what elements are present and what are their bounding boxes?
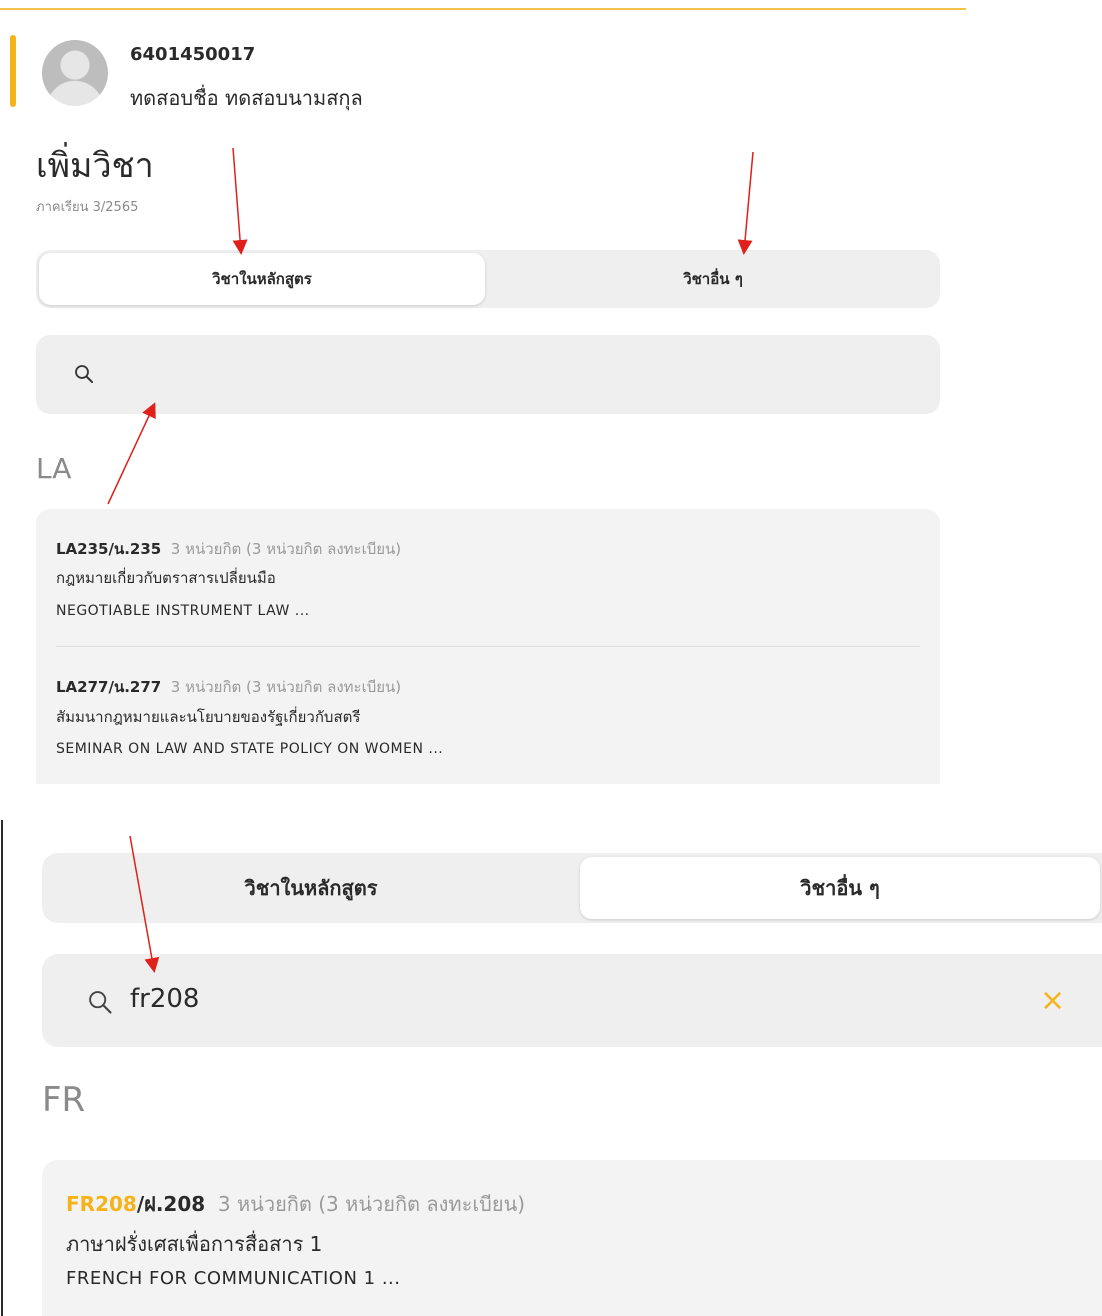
course-name-en: SEMINAR ON LAW AND STATE POLICY ON WOMEN… xyxy=(56,741,444,757)
course-code-rest: /ฝ.208 xyxy=(136,1192,206,1216)
list-divider xyxy=(56,646,920,647)
arrow-to-other-tab xyxy=(737,151,754,255)
course-name-en: FRENCH FOR COMMUNICATION 1 ... xyxy=(66,1268,401,1289)
course-code-match: FR208 xyxy=(66,1192,137,1216)
top-divider xyxy=(0,8,966,10)
tab-curriculum-courses[interactable]: วิชาในหลักสูตร xyxy=(46,857,576,919)
student-accent-bar xyxy=(10,35,16,107)
course-credits: 3 หน่วยกิต (3 หน่วยกิต ลงทะเบียน) xyxy=(217,1192,526,1216)
course-name-th: สัมมนากฎหมายและนโยบายของรัฐเกี่ยวกับสตรี xyxy=(56,708,361,726)
group-heading: LA xyxy=(36,452,72,485)
search-icon xyxy=(75,365,93,383)
course-name-th: ภาษาฝรั่งเศสเพื่อการสื่อสาร 1 xyxy=(66,1232,323,1256)
term-label: ภาคเรียน 3/2565 xyxy=(36,200,139,215)
arrow-to-curriculum-tab xyxy=(232,147,248,255)
close-icon[interactable]: × xyxy=(1040,984,1065,1018)
course-type-tabs: วิชาในหลักสูตร วิชาอื่น ๆ xyxy=(42,853,1102,923)
course-credits: 3 หน่วยกิต (3 หน่วยกิต ลงทะเบียน) xyxy=(170,540,402,558)
course-name-th: กฎหมายเกี่ยวกับตราสารเปลี่ยนมือ xyxy=(56,569,276,587)
course-credits: 3 หน่วยกิต (3 หน่วยกิต ลงทะเบียน) xyxy=(170,678,402,696)
tab-other-courses[interactable]: วิชาอื่น ๆ xyxy=(490,253,936,305)
avatar-icon xyxy=(42,40,108,106)
student-name: ทดสอบชื่อ ทดสอบนามสกุล xyxy=(130,86,363,110)
course-code: LA277/น.277 xyxy=(56,678,162,696)
course-name-en: NEGOTIABLE INSTRUMENT LAW ... xyxy=(56,603,310,619)
search-input[interactable] xyxy=(42,954,1102,1047)
search-input[interactable] xyxy=(36,335,940,414)
page-title: เพิ่มวิชา xyxy=(36,146,154,186)
search-query[interactable]: fr208 xyxy=(130,984,199,1014)
tab-curriculum-courses[interactable]: วิชาในหลักสูตร xyxy=(39,253,485,305)
course-code: LA235/น.235 xyxy=(56,540,162,558)
student-id: 6401450017 xyxy=(130,44,256,65)
search-icon xyxy=(89,991,112,1014)
course-type-tabs: วิชาในหลักสูตร วิชาอื่น ๆ xyxy=(36,250,940,308)
tab-other-courses[interactable]: วิชาอื่น ๆ xyxy=(580,857,1100,919)
course-list: FR208/ฝ.208 3 หน่วยกิต (3 หน่วยกิต ลงทะเ… xyxy=(42,1160,1102,1316)
group-heading: FR xyxy=(42,1080,86,1120)
arrow-to-search-input xyxy=(107,402,156,505)
panel-edge xyxy=(1,820,3,1316)
